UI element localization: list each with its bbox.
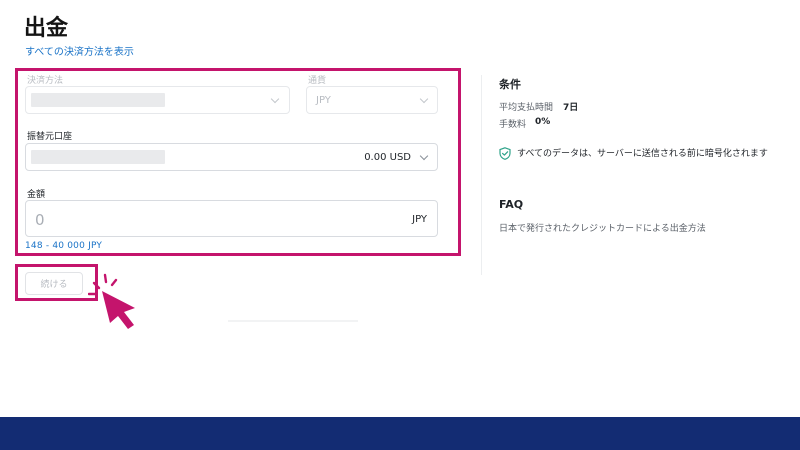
chevron-down-icon xyxy=(419,94,429,104)
conditions-heading: 条件 xyxy=(499,78,521,91)
faq-heading: FAQ xyxy=(499,198,524,211)
column-divider xyxy=(481,75,482,275)
footer-bar xyxy=(0,417,800,450)
continue-button[interactable]: 続ける xyxy=(25,272,83,295)
chevron-down-icon xyxy=(419,151,429,161)
amount-value: 0 xyxy=(35,211,45,229)
payment-method-label: 決済方法 xyxy=(27,76,64,86)
fee-value: 0% xyxy=(535,117,551,127)
source-account-redacted-value xyxy=(31,150,165,164)
faint-background-text xyxy=(228,320,358,322)
shield-check-icon xyxy=(499,147,511,160)
fee-label: 手数料 xyxy=(499,120,527,130)
pointer-hand-icon xyxy=(88,273,135,329)
faq-question-link[interactable]: 日本で発行されたクレジットカードによる出金方法 xyxy=(499,221,706,234)
source-account-balance: 0.00 USD xyxy=(364,152,411,163)
source-account-label: 振替元口座 xyxy=(27,132,73,142)
source-account-select[interactable]: 0.00 USD xyxy=(25,143,438,171)
page-title: 出金 xyxy=(24,16,69,41)
currency-label: 通貨 xyxy=(308,76,327,86)
amount-input[interactable]: 0 JPY xyxy=(25,200,438,237)
payment-method-redacted-value xyxy=(31,93,165,107)
payment-method-select[interactable] xyxy=(25,86,290,114)
amount-range-hint: 148 - 40 000 JPY xyxy=(25,241,103,251)
amount-currency: JPY xyxy=(412,214,427,225)
amount-label: 金額 xyxy=(27,190,46,200)
all-methods-link[interactable]: すべての決済方法を表示 xyxy=(25,43,134,58)
currency-value: JPY xyxy=(316,95,331,106)
avg-payout-time-label: 平均支払時間 xyxy=(499,103,554,113)
currency-select[interactable]: JPY xyxy=(306,86,438,114)
security-note: すべてのデータは、サーバーに送信される前に暗号化されます xyxy=(517,149,768,159)
avg-payout-time-value: 7日 xyxy=(563,103,579,113)
chevron-down-icon xyxy=(270,94,280,104)
